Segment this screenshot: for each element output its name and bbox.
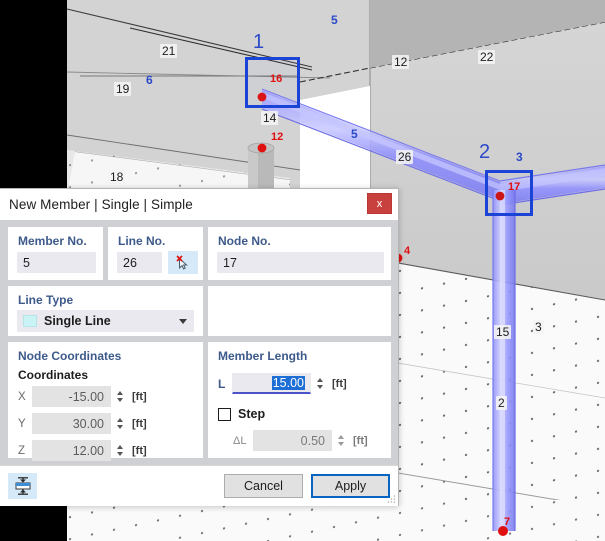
apply-button-label: Apply	[334, 479, 367, 493]
step-delta-row: ΔL 0.50 [ft]	[209, 421, 390, 451]
line-no-label: Line No.	[118, 234, 166, 248]
coordinates-sublabel: Coordinates	[18, 368, 89, 382]
node-coordinates-group: Node Coordinates Coordinates X -15.00 [f…	[8, 342, 203, 461]
dialog-title-bar[interactable]: New Member | Single | Simple x	[0, 189, 398, 220]
line-label-2: 2	[496, 396, 507, 410]
cancel-button-label: Cancel	[244, 479, 283, 493]
member-no-label: Member No.	[18, 234, 87, 248]
coord-y-value: 30.00	[72, 416, 104, 431]
step-delta-unit: [ft]	[353, 434, 368, 447]
pick-cursor-icon	[176, 254, 188, 270]
new-member-dialog: New Member | Single | Simple x Member No…	[0, 188, 399, 506]
cancel-button[interactable]: Cancel	[224, 474, 303, 498]
member-length-label: Member Length	[218, 349, 308, 363]
step-delta-spinner[interactable]	[334, 431, 347, 450]
node-label-17: 17	[508, 181, 521, 193]
coord-y-input[interactable]: 30.00	[32, 413, 111, 434]
member-length-input[interactable]: 15.00	[232, 373, 311, 394]
dialog-title: New Member | Single | Simple	[9, 197, 193, 212]
close-icon: x	[376, 197, 383, 210]
coord-x-value: -15.00	[68, 389, 104, 404]
line-label-14: 14	[261, 111, 279, 125]
step-delta-value: 0.50	[300, 433, 325, 448]
member-label-5-beam: 5	[351, 127, 358, 141]
line-label-18: 18	[108, 170, 126, 184]
empty-panel	[208, 286, 391, 336]
apply-button[interactable]: Apply	[311, 474, 390, 498]
node-label-7: 7	[504, 516, 511, 528]
line-label-3: 3	[533, 320, 544, 334]
node-no-input[interactable]: 17	[217, 252, 384, 273]
member-label-1: 1	[253, 31, 265, 53]
member-length-row: L 15.00 [ft]	[209, 363, 390, 394]
coord-z-unit: [ft]	[132, 444, 147, 457]
coord-x-unit: [ft]	[132, 390, 147, 403]
line-type-select[interactable]: Single Line	[17, 310, 194, 332]
line-label-21: 21	[160, 44, 178, 58]
pick-line-button[interactable]	[168, 251, 198, 274]
dialog-footer: Cancel Apply	[0, 465, 398, 506]
line-no-group: Line No. 26	[108, 227, 203, 280]
coord-z-value: 12.00	[72, 443, 104, 458]
line-no-value: 26	[123, 255, 137, 270]
close-button[interactable]: x	[367, 193, 392, 214]
line-label-19: 19	[114, 82, 132, 96]
coordinate-row-z: Z 12.00 [ft]	[18, 440, 202, 461]
dialog-body: Member No. 5 Line No. 26 Node No. 17 Lin…	[0, 220, 398, 465]
line-type-group: Line Type Single Line	[8, 286, 203, 336]
line-label-15: 15	[494, 325, 512, 339]
dialog-settings-icon	[15, 477, 30, 495]
line-label-26: 26	[396, 150, 414, 164]
node-label-16: 16	[270, 73, 283, 85]
step-checkbox-row[interactable]: Step	[209, 394, 390, 421]
step-delta-input[interactable]: 0.50	[253, 430, 332, 451]
member-length-unit: [ft]	[332, 377, 347, 390]
coord-x-input[interactable]: -15.00	[32, 386, 111, 407]
line-label-12: 12	[392, 55, 410, 69]
surface-label-6: 6	[146, 73, 153, 87]
coord-y-spinner[interactable]	[113, 414, 126, 433]
step-label: Step	[238, 407, 266, 421]
member-length-group: Member Length L 15.00 [ft] Step ΔL 0.50 …	[208, 342, 391, 458]
member-length-spinner[interactable]	[313, 374, 326, 393]
member-no-group: Member No. 5	[8, 227, 103, 280]
screen: 1 2 21 19 18 14 12 22 26 15 3 2 16 12 17…	[0, 0, 605, 541]
coord-y-unit: [ft]	[132, 417, 147, 430]
coordinate-row-x: X -15.00 [ft]	[18, 386, 202, 407]
member-no-input[interactable]: 5	[17, 252, 96, 273]
member-label-2: 2	[479, 141, 491, 163]
selection-box-node-17[interactable]	[485, 170, 533, 216]
member-no-value: 5	[23, 255, 30, 270]
line-type-label: Line Type	[18, 293, 74, 307]
coord-y-label: Y	[18, 417, 26, 430]
node-label-4: 4	[404, 245, 411, 257]
node-label-12: 12	[271, 131, 284, 143]
line-type-color-swatch	[23, 315, 37, 327]
coord-x-label: X	[18, 390, 26, 403]
member-length-axis-label: L	[218, 376, 226, 391]
coord-x-spinner[interactable]	[113, 387, 126, 406]
resize-grip[interactable]	[386, 494, 396, 504]
node-no-group: Node No. 17	[208, 227, 391, 280]
member-length-value: 15.00	[271, 376, 305, 390]
node-no-label: Node No.	[218, 234, 271, 248]
node-no-value: 17	[223, 255, 237, 270]
line-type-value: Single Line	[44, 314, 111, 328]
node-coordinates-label: Node Coordinates	[18, 349, 122, 363]
line-label-22: 22	[478, 50, 496, 64]
line-no-input[interactable]: 26	[117, 252, 162, 273]
member-label-3: 3	[516, 150, 523, 164]
coord-z-input[interactable]: 12.00	[32, 440, 111, 461]
coord-z-spinner[interactable]	[113, 441, 126, 460]
dialog-settings-button[interactable]	[8, 473, 37, 499]
coordinate-row-y: Y 30.00 [ft]	[18, 413, 202, 434]
coord-z-label: Z	[18, 444, 26, 457]
step-delta-label: ΔL	[233, 434, 247, 447]
chevron-down-icon	[179, 318, 187, 324]
surface-label-5-top: 5	[331, 13, 338, 27]
step-checkbox[interactable]	[218, 407, 231, 421]
